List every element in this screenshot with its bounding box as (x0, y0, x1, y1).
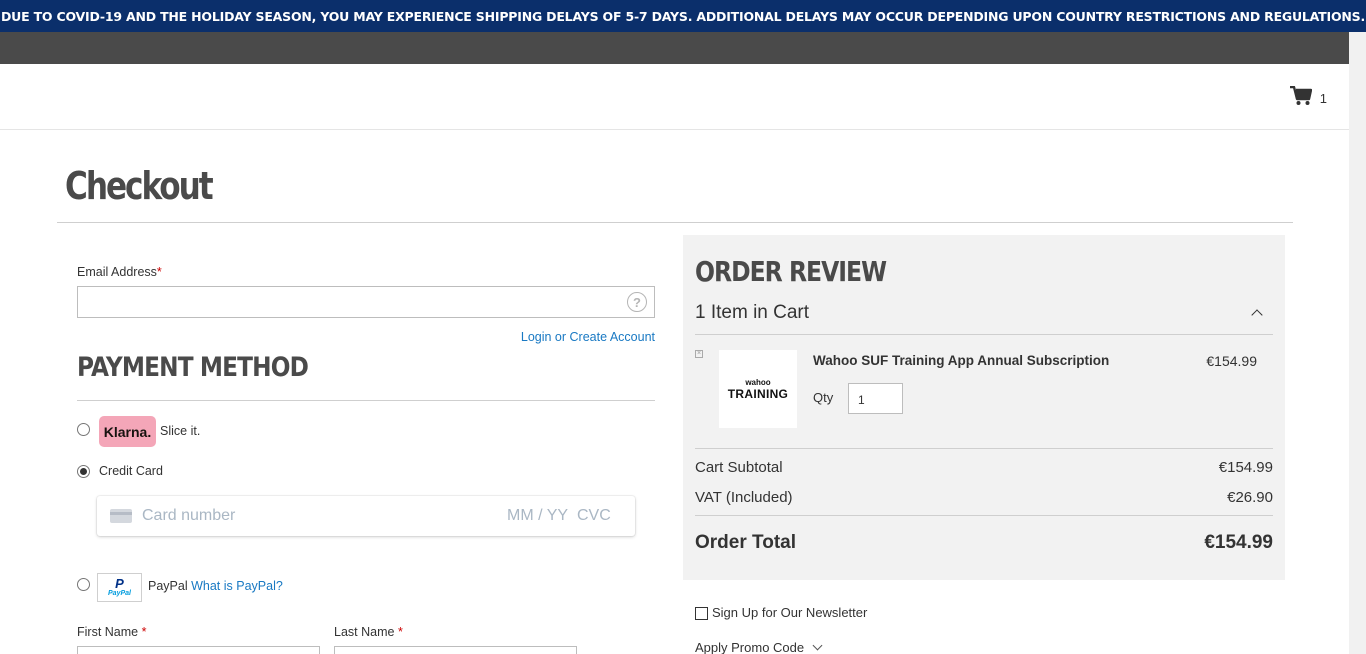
chevron-down-icon (812, 640, 823, 651)
cart-icon (1289, 86, 1312, 105)
apply-promo-code-toggle[interactable]: Apply Promo Code (695, 640, 823, 654)
paypal-label: PayPal (148, 579, 188, 593)
subtotal-label: Cart Subtotal (695, 459, 783, 476)
order-total-row: Order Total €154.99 (695, 532, 1273, 554)
last-name-label-text: Last Name (334, 625, 395, 639)
product-price: €154.99 (1206, 353, 1257, 369)
order-review-title: ORDER REVIEW (695, 255, 887, 288)
first-name-label-text: First Name (77, 625, 139, 639)
product-thumbnail: wahoo TRAINING (719, 350, 797, 428)
paypal-logo-mark: P (115, 576, 124, 591)
paypal-logo: P PayPal (97, 573, 142, 602)
shipping-notice-text: DUE TO COVID-19 AND THE HOLIDAY SEASON, … (0, 8, 1366, 24)
paypal-logo-word: PayPal (108, 590, 131, 597)
credit-card-radio[interactable] (77, 465, 90, 478)
subtotal-row: Cart Subtotal €154.99 (695, 459, 1273, 476)
vat-label: VAT (Included) (695, 489, 793, 506)
page-scrollbar[interactable] (1349, 32, 1366, 654)
card-expiry-placeholder[interactable]: MM / YY (507, 507, 568, 525)
paypal-radio[interactable] (77, 578, 90, 591)
vat-row: VAT (Included) €26.90 (695, 489, 1273, 506)
required-mark: * (156, 265, 162, 279)
remove-item-icon[interactable]: × (695, 350, 703, 358)
klarna-label: Slice it. (160, 424, 201, 438)
thumbnail-product: TRAINING (727, 386, 789, 401)
order-review-panel: ORDER REVIEW 1 Item in Cart × wahoo TRAI… (683, 235, 1285, 580)
order-total-label: Order Total (695, 532, 796, 553)
login-or-create-account-link[interactable]: Login or Create Account (521, 330, 655, 344)
credit-card-icon (110, 509, 132, 523)
card-cvc-placeholder[interactable]: CVC (577, 507, 611, 525)
email-label-text: Email Address (77, 265, 157, 279)
divider (695, 448, 1273, 449)
subtotal-value: €154.99 (1218, 459, 1273, 476)
first-name-field[interactable] (77, 646, 320, 654)
payment-method-title: PAYMENT METHOD (77, 352, 309, 383)
payment-divider (77, 400, 655, 401)
qty-label: Qty (813, 390, 834, 405)
newsletter-label[interactable]: Sign Up for Our Newsletter (712, 605, 867, 620)
page-title: Checkout (65, 164, 214, 208)
site-header: 1 (0, 64, 1349, 130)
email-label: Email Address* (77, 265, 162, 279)
vat-value: €26.90 (1227, 489, 1273, 506)
paypal-option: PayPal What is PayPal? (148, 579, 283, 593)
promo-label: Apply Promo Code (695, 640, 805, 654)
thumbnail-brand: wahoo (745, 377, 771, 387)
last-name-label: Last Name * (334, 625, 403, 639)
divider (695, 334, 1273, 335)
required-mark: * (141, 625, 147, 639)
order-total-value: €154.99 (1204, 532, 1273, 553)
credit-card-label: Credit Card (99, 464, 163, 478)
top-nav-bar (0, 32, 1349, 64)
cart-count: 1 (1319, 91, 1327, 106)
mini-cart-link[interactable]: 1 (1289, 86, 1327, 106)
shipping-notice-banner: DUE TO COVID-19 AND THE HOLIDAY SEASON, … (0, 0, 1366, 32)
klarna-radio[interactable] (77, 423, 90, 436)
email-field[interactable] (77, 286, 655, 318)
quantity-field[interactable]: 1 (848, 383, 903, 414)
newsletter-checkbox[interactable] (695, 607, 708, 620)
last-name-field[interactable] (334, 646, 577, 654)
what-is-paypal-link[interactable]: What is PayPal? (191, 579, 283, 593)
chevron-up-icon[interactable] (1251, 309, 1263, 321)
card-entry-field[interactable]: Card number MM / YY CVC (97, 496, 635, 536)
title-divider (57, 222, 1293, 223)
card-number-placeholder[interactable]: Card number (142, 507, 235, 525)
product-name: Wahoo SUF Training App Annual Subscripti… (813, 353, 1110, 368)
divider (695, 515, 1273, 516)
required-mark: * (397, 625, 403, 639)
items-in-cart-toggle[interactable]: 1 Item in Cart (695, 302, 809, 324)
first-name-label: First Name * (77, 625, 146, 639)
klarna-logo: Klarna. (99, 416, 156, 447)
help-icon[interactable]: ? (627, 292, 647, 312)
